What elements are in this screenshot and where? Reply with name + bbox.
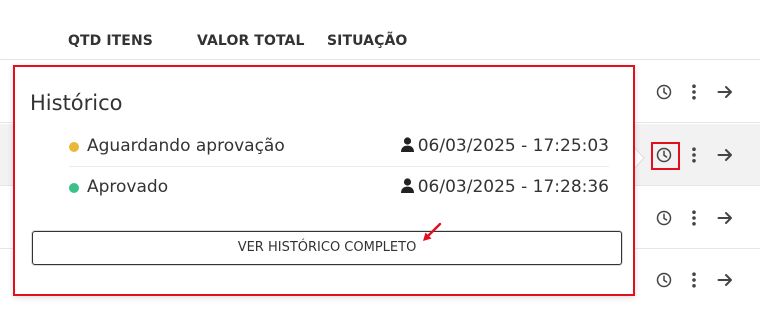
- arrow-right-icon[interactable]: [717, 210, 733, 226]
- history-meta: 06/03/2025 - 17:25:03: [400, 136, 609, 156]
- history-popover: Histórico Aguardando aprovação 06/03/202…: [13, 65, 635, 296]
- clock-button-highlight: [651, 142, 680, 170]
- user-icon: [400, 137, 414, 152]
- user-icon: [400, 178, 414, 193]
- clock-icon[interactable]: [656, 210, 672, 226]
- history-status: Aprovado: [87, 177, 169, 197]
- view-full-history-button[interactable]: VER HISTÓRICO COMPLETO: [32, 231, 622, 265]
- history-datetime: 06/03/2025 - 17:28:36: [417, 177, 609, 197]
- column-header-valor-total[interactable]: VALOR TOTAL: [197, 33, 304, 49]
- annotation-arrow-icon: [423, 222, 442, 241]
- history-datetime: 06/03/2025 - 17:25:03: [417, 136, 609, 156]
- history-meta: 06/03/2025 - 17:28:36: [400, 177, 609, 197]
- column-header-situacao[interactable]: SITUAÇÃO: [327, 33, 407, 49]
- table-header: QTD ITENS VALOR TOTAL SITUAÇÃO: [0, 0, 760, 60]
- kebab-menu-icon[interactable]: [691, 146, 697, 163]
- status-dot-pending: [69, 142, 79, 152]
- history-item: Aprovado 06/03/2025 - 17:28:36: [69, 168, 609, 208]
- status-dot-approved: [69, 183, 79, 193]
- kebab-menu-icon[interactable]: [691, 209, 697, 226]
- row-actions: [654, 250, 754, 309]
- history-item: Aguardando aprovação 06/03/2025 - 17:25:…: [69, 127, 609, 167]
- kebab-menu-icon[interactable]: [691, 83, 697, 100]
- popover-title: Histórico: [30, 91, 123, 115]
- kebab-menu-icon[interactable]: [691, 271, 697, 288]
- column-header-qtd-itens[interactable]: QTD ITENS: [68, 33, 153, 49]
- clock-icon[interactable]: [656, 272, 672, 288]
- arrow-right-icon[interactable]: [717, 147, 733, 163]
- arrow-right-icon[interactable]: [717, 272, 733, 288]
- clock-icon[interactable]: [656, 84, 672, 100]
- history-status: Aguardando aprovação: [87, 136, 285, 156]
- row-actions: [654, 187, 754, 248]
- arrow-right-icon[interactable]: [717, 84, 733, 100]
- row-actions: [654, 61, 754, 122]
